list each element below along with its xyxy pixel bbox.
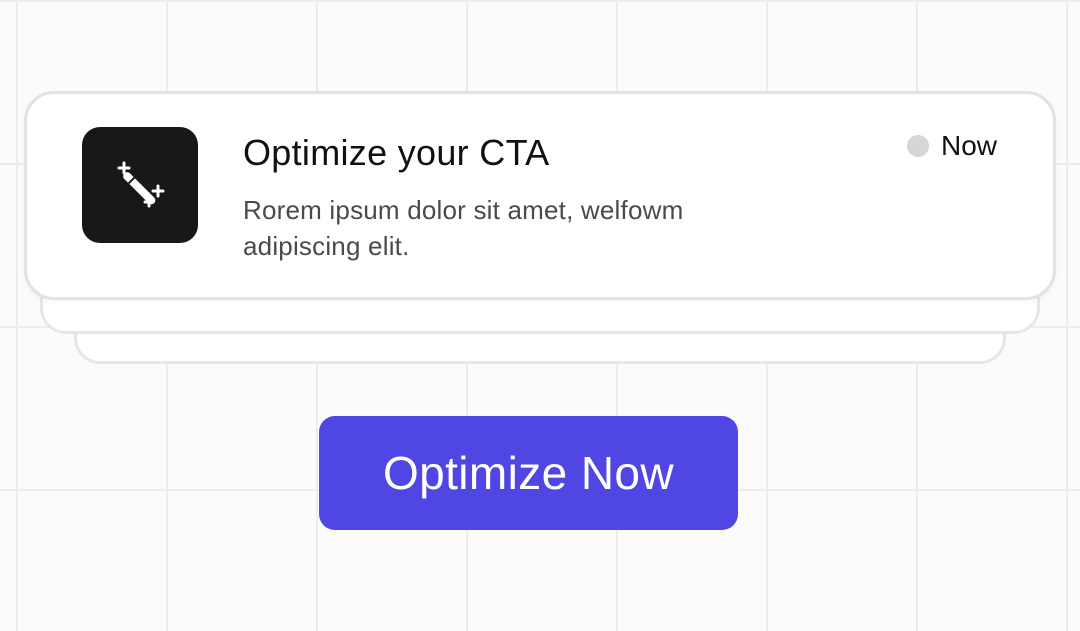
optimize-now-button[interactable]: Optimize Now xyxy=(319,416,738,530)
status-dot-icon xyxy=(906,135,929,157)
notification-stack: Optimize your CTA Rorem ipsum dolor sit … xyxy=(0,0,1080,400)
magic-wand-icon xyxy=(82,127,198,243)
notification-description: Rorem ipsum dolor sit amet, welfowm adip… xyxy=(243,195,684,261)
notification-title: Optimize your CTA xyxy=(243,132,550,173)
status-indicator: Now xyxy=(906,130,997,162)
status-label: Now xyxy=(940,130,997,161)
notification-card[interactable]: Optimize your CTA Rorem ipsum dolor sit … xyxy=(24,91,1056,300)
